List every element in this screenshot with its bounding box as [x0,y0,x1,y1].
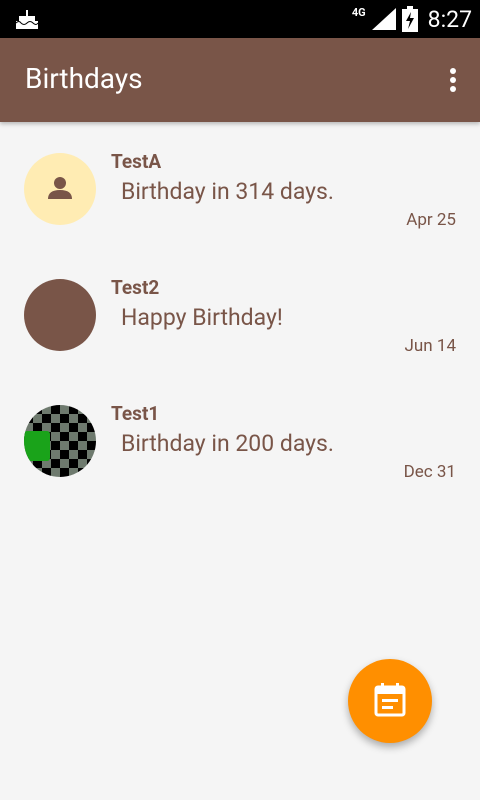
birthday-date: Apr 25 [406,210,456,230]
cake-icon [15,10,39,29]
list-item[interactable]: TestA Birthday in 314 days. Apr 25 [0,122,480,248]
app-bar: Birthdays [0,38,480,122]
status-bar: 4G 8:27 [0,0,480,38]
birthday-date: Dec 31 [403,462,456,482]
event-note-icon [374,683,406,717]
contact-name: TestA [111,150,162,173]
more-vert-icon[interactable] [446,66,460,94]
avatar [24,279,96,351]
contact-name: Test2 [111,276,160,299]
birthday-date: Jun 14 [404,336,456,356]
list-item[interactable]: Test1 Birthday in 200 days. Dec 31 [0,374,480,500]
battery-charging-icon [401,6,418,32]
birthday-list: TestA Birthday in 314 days. Apr 25 Test2… [0,122,480,500]
contact-name: Test1 [111,402,160,425]
network-type: 4G [351,5,366,19]
app-title: Birthdays [25,62,143,95]
birthday-message: Birthday in 200 days. [121,430,334,457]
calendar-fab-button[interactable] [348,659,432,743]
signal-icon [371,8,396,30]
person-icon [48,177,72,199]
birthday-message: Happy Birthday! [121,304,283,331]
checkered-photo [24,405,96,477]
avatar [24,405,96,477]
clock: 8:27 [427,5,472,33]
list-item[interactable]: Test2 Happy Birthday! Jun 14 [0,248,480,374]
avatar [24,153,96,225]
birthday-message: Birthday in 314 days. [121,178,334,205]
